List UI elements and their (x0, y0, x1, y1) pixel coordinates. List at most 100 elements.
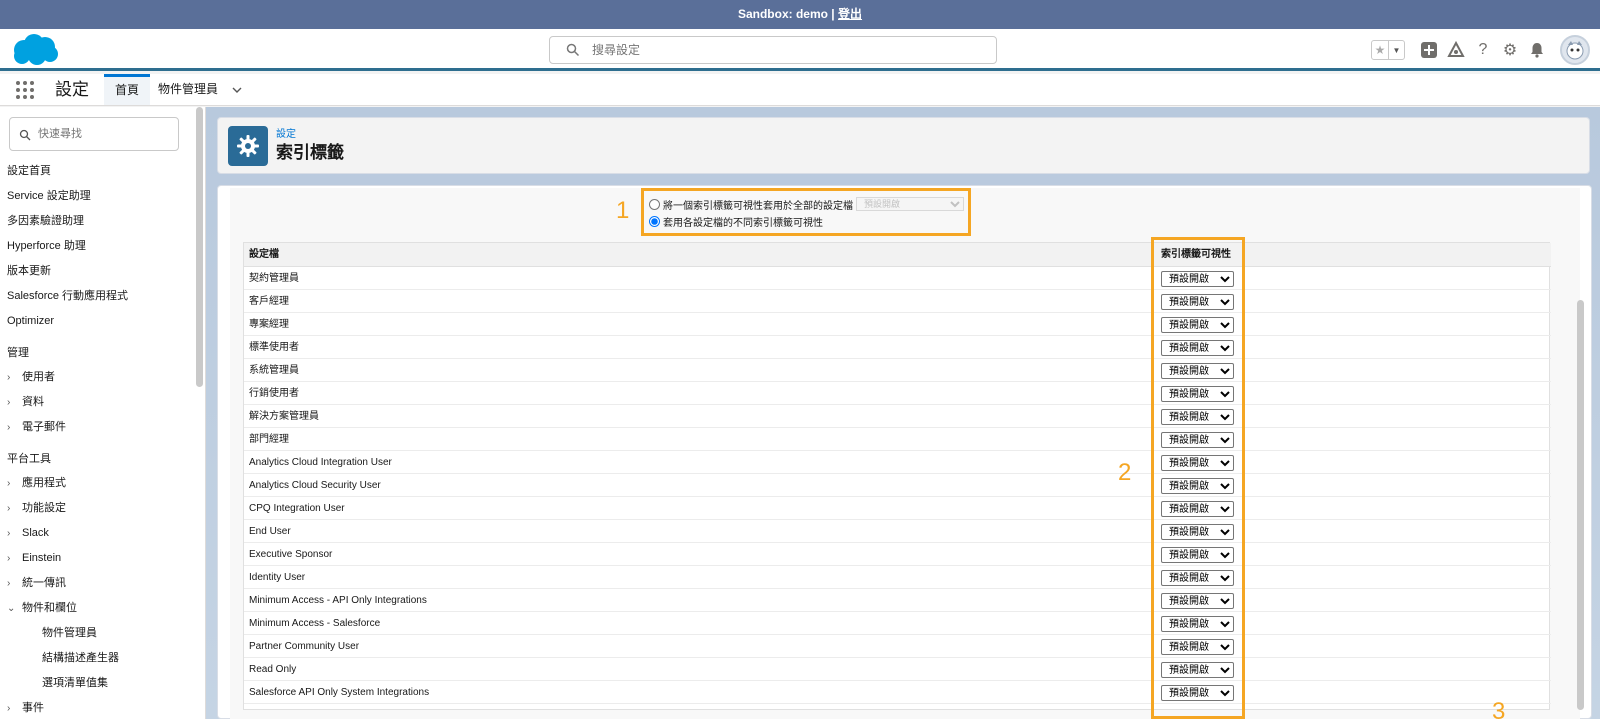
page-title: 索引標籤 (276, 143, 344, 162)
chevron-right-icon: › (7, 478, 11, 489)
sidebar-item[interactable]: › 事件 (0, 696, 196, 719)
trailhead-icon[interactable] (1443, 37, 1469, 63)
page-header: 設定 索引標籤 (217, 117, 1590, 174)
help-icon[interactable]: ? (1470, 37, 1496, 63)
star-icon[interactable]: ★ (1372, 41, 1388, 59)
annotation-number-2: 2 (1118, 459, 1132, 486)
profile-name: 系統管理員 (249, 365, 299, 376)
profile-name: Salesforce API Only System Integrations (249, 687, 430, 698)
table-row: Partner Community User 預設開啟 (244, 635, 1551, 659)
sidebar-heading-platform: 平台工具 (7, 453, 51, 465)
sidebar-item[interactable]: › 功能設定 (0, 496, 196, 521)
search-icon (566, 43, 580, 57)
profile-name: Minimum Access - API Only Integrations (249, 595, 427, 606)
sidebar-item[interactable]: › 資料 (0, 390, 196, 415)
sidebar-item[interactable]: › 使用者 (0, 365, 196, 390)
sidebar-item[interactable]: › Einstein (0, 546, 196, 571)
sidebar-list: 設定首頁 Service 設定助理 多因素驗證助理 Hyperforce 助理 … (0, 159, 196, 719)
sidebar-item[interactable]: Service 設定助理 (0, 184, 196, 209)
sidebar-item[interactable]: ⌄ 物件和欄位 (0, 596, 196, 621)
table-row: 專案經理 預設開啟 (244, 313, 1551, 337)
sidebar-heading-admin: 管理 (7, 347, 29, 359)
user-avatar[interactable] (1560, 35, 1590, 65)
app-launcher-icon[interactable] (16, 81, 34, 99)
profile-name: 部門經理 (249, 434, 289, 445)
sidebar-item[interactable]: 版本更新 (0, 259, 196, 284)
apply-all-radio[interactable] (649, 198, 660, 210)
global-header: ★ ▼ ? ⚙ (0, 29, 1600, 71)
salesforce-logo[interactable] (10, 33, 60, 67)
quick-find-input[interactable] (38, 126, 168, 142)
column-header-profile: 設定檔 (244, 243, 1551, 267)
bell-icon[interactable] (1524, 37, 1550, 63)
apply-all-label: 將一個索引標籤可視性套用於全部的設定檔 (663, 200, 853, 212)
option-apply-each: 套用各設定檔的不同索引標籤可視性 (649, 213, 823, 229)
chevron-down-icon[interactable] (232, 86, 242, 94)
table-row: Identity User 預設開啟 (244, 566, 1551, 590)
profile-name: Partner Community User (249, 641, 360, 652)
table-row: 部門經理 預設開啟 (244, 428, 1551, 452)
table-row: 系統管理員 預設開啟 (244, 359, 1551, 383)
sidebar-item[interactable]: › 應用程式 (0, 471, 196, 496)
chevron-right-icon: › (7, 553, 11, 564)
add-icon[interactable] (1416, 37, 1442, 63)
app-title: 設定 (55, 80, 89, 99)
profile-name: Analytics Cloud Security User (249, 480, 381, 491)
sidebar-item[interactable]: Hyperforce 助理 (0, 234, 196, 259)
sidebar-subitem[interactable]: 物件管理員 (0, 621, 196, 646)
logout-link[interactable]: 登出 (838, 7, 862, 21)
table-row: 解決方案管理員 預設開啟 (244, 405, 1551, 429)
chevron-right-icon: › (7, 703, 11, 714)
sidebar-subitem[interactable]: 選項清單值集 (0, 671, 196, 696)
chevron-down-icon: ⌄ (7, 603, 16, 614)
profile-name: 專案經理 (249, 319, 289, 330)
sidebar-item[interactable]: Optimizer (0, 309, 196, 334)
quick-find[interactable] (9, 117, 179, 151)
sidebar-subitem[interactable]: 結構描述產生器 (0, 646, 196, 671)
tab-home[interactable]: 首頁 (104, 74, 151, 105)
table-row: 客戶經理 預設開啟 (244, 290, 1551, 314)
table-row: Salesforce API Only System Integrations 預… (244, 681, 1551, 705)
table-row: 契約管理員 預設開啟 (244, 267, 1551, 291)
table-row: Executive Sponsor 預設開啟 (244, 543, 1551, 567)
sidebar-item[interactable]: › Slack (0, 521, 196, 546)
setup-sidebar: 設定首頁 Service 設定助理 多因素驗證助理 Hyperforce 助理 … (0, 107, 206, 719)
sidebar-scrollbar[interactable] (196, 107, 203, 387)
sidebar-item[interactable]: › 統一傳訊 (0, 571, 196, 596)
sandbox-banner: Sandbox: demo | 登出 (0, 0, 1600, 29)
table-row: End User 預設開啟 (244, 520, 1551, 544)
chevron-right-icon: › (7, 528, 11, 539)
sidebar-item[interactable]: › 電子郵件 (0, 415, 196, 440)
profile-name: 客戶經理 (249, 296, 289, 307)
table-row: 標準使用者 預設開啟 (244, 336, 1551, 360)
global-search[interactable] (549, 36, 997, 64)
gear-icon[interactable]: ⚙ (1497, 37, 1523, 63)
chevron-right-icon: › (7, 503, 11, 514)
app-nav-bar: 設定 首頁 物件管理員 (0, 74, 1600, 106)
table-row: Read Only 預設開啟 (244, 658, 1551, 682)
option-apply-all: 將一個索引標籤可視性套用於全部的設定檔 預設開啟 (649, 196, 964, 212)
chevron-right-icon: › (7, 372, 11, 383)
sidebar-item[interactable]: 設定首頁 (0, 159, 196, 184)
table-row: Minimum Access - Salesforce 預設開啟 (244, 612, 1551, 636)
header-icons: ★ ▼ ? ⚙ (1371, 35, 1590, 65)
annotation-number-1: 1 (616, 197, 630, 224)
annotation-box-visibility-column (1151, 237, 1245, 719)
apply-each-radio[interactable] (649, 215, 660, 227)
main-scrollbar[interactable] (1577, 300, 1584, 710)
profile-name: Executive Sponsor (249, 549, 333, 560)
annotation-number-3: 3 (1492, 698, 1506, 719)
tab-object-manager-label: 物件管理員 (158, 82, 219, 96)
favorites-group[interactable]: ★ ▼ (1371, 40, 1405, 60)
table-row: Analytics Cloud Integration User 預設開啟 (244, 451, 1551, 475)
chevron-right-icon: › (7, 422, 11, 433)
global-search-input[interactable] (592, 41, 982, 59)
table-row: Minimum Access - API Only Integrations 預設… (244, 589, 1551, 613)
sidebar-item[interactable]: 多因素驗證助理 (0, 209, 196, 234)
sidebar-item[interactable]: Salesforce 行動應用程式 (0, 284, 196, 309)
chevron-down-icon[interactable]: ▼ (1388, 41, 1404, 59)
tab-object-manager[interactable]: 物件管理員 (147, 74, 253, 105)
profile-name: CPQ Integration User (249, 503, 345, 514)
profile-visibility-table: 設定檔 索引標籤可視性 契約管理員 預設開啟 客戶經理 預設開啟 專案經理 預設開啟 標準使… (243, 242, 1551, 710)
table-row: Analytics Cloud Security User 預設開啟 (244, 474, 1551, 498)
